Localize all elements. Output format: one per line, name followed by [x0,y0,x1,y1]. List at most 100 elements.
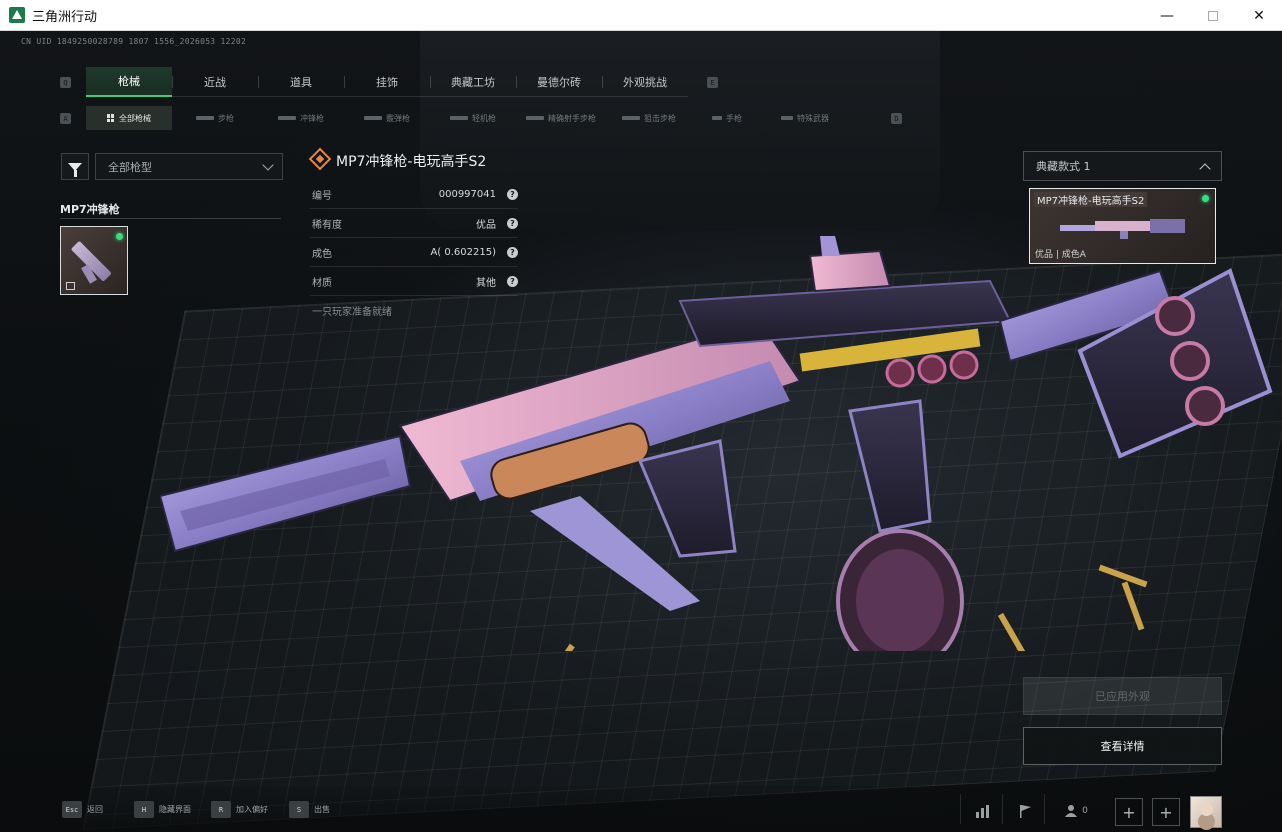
sniper-rifle-icon [622,116,640,120]
divider [1002,794,1003,824]
subtab-rifles[interactable]: 步枪 [172,106,258,130]
tab-charms[interactable]: 挂饰 [344,67,430,97]
subtab-lmgs[interactable]: 轻机枪 [430,106,516,130]
subtab-label: 手枪 [726,113,742,123]
weapon-skin-thumbnail[interactable] [60,226,128,295]
equipped-indicator-dot [1202,195,1209,202]
subtab-label: 霰弹枪 [386,113,410,123]
tab-guns[interactable]: 枪械 [86,67,172,97]
tab-items[interactable]: 道具 [258,67,344,97]
weapon-receiver [398,319,802,503]
dropdown-value: 全部枪型 [108,160,152,174]
hint-sell[interactable]: S 出售 [289,801,330,818]
weapon-pistol-grip [848,399,932,533]
plus-icon[interactable]: + [1152,798,1180,826]
subtab-marksman-rifles[interactable]: 精确射手步枪 [516,106,606,130]
subtab-special-weapons[interactable]: 特殊武器 [762,106,848,130]
help-icon[interactable]: ? [507,188,518,200]
info-value: 000997041 [438,188,496,200]
applied-appearance-button[interactable]: 已应用外观 [1023,677,1222,715]
stats-icon[interactable] [970,798,996,824]
rifle-icon [196,116,214,120]
divider [960,794,961,824]
maximize-button[interactable] [1190,0,1236,31]
equipped-indicator-dot [116,233,123,240]
app-logo-icon [9,7,25,23]
variant-card[interactable]: MP7冲锋枪-电玩高手S2 优品 | 成色A [1029,188,1216,264]
main-tabs: 枪械 近战 道具 挂饰 典藏工坊 曼德尔砖 外观挑战 [86,67,688,97]
subtab-pistols[interactable]: 手枪 [692,106,762,130]
tab-mandel-brick[interactable]: 曼德尔砖 [516,67,602,97]
filter-button[interactable] [61,153,89,180]
weapon-stock [998,268,1273,459]
subtab-sniper-rifles[interactable]: 狙击步枪 [606,106,692,130]
key-hint-q: Q [60,77,71,88]
marksman-rifle-icon [526,116,544,120]
key-badge: S [289,801,309,818]
game-viewport: CN UID 1849250028789 1807 1556_2026053 1… [0,31,1282,832]
item-name: MP7冲锋枪-电玩高手S2 [336,154,487,170]
friends-button[interactable]: 0 [1058,798,1094,824]
filter-icon [68,162,82,177]
weapon-model-view[interactable] [160,211,1280,651]
minimize-button[interactable]: — [1144,0,1190,31]
hint-label: 隐藏界面 [159,805,191,814]
variant-select-label: 典藏款式 1 [1036,160,1091,173]
subtab-all-guns[interactable]: 全部枪械 [86,106,172,130]
info-row-serial: 编号 000997041? [310,180,518,209]
tab-appearance-challenge[interactable]: 外观挑战 [602,67,688,97]
friends-count: 0 [1082,806,1088,816]
pistol-icon [712,116,722,120]
key-hint-a: A [60,113,71,124]
uid-watermark: CN UID 1849250028789 1807 1556_2026053 1… [21,37,247,46]
shotgun-icon [364,116,382,120]
key-badge: R [211,801,231,818]
hint-add-favorite[interactable]: R 加入偏好 [211,801,268,818]
app-window: 三角洲行动 — ✕ CN UID 1849250028789 1807 1556… [0,0,1282,832]
sub-tabs: 全部枪械 步枪 冲锋枪 霰弹枪 轻机枪 精确射手步枪 狙击步枪 手枪 特殊武器 [86,106,848,130]
tab-collection-workshop[interactable]: 典藏工坊 [430,67,516,97]
subtab-label: 轻机枪 [472,113,496,123]
collection-variant-select[interactable]: 典藏款式 1 [1023,151,1222,181]
subtab-label: 狙击步枪 [644,113,676,123]
smg-variant-icon [1060,219,1185,239]
subtab-shotguns[interactable]: 霰弹枪 [344,106,430,130]
chevron-down-icon [262,158,274,171]
rarity-diamond-icon [308,147,332,171]
divider [1044,794,1045,824]
info-label: 编号 [312,190,332,202]
tab-melee[interactable]: 近战 [172,67,258,97]
close-button[interactable]: ✕ [1236,0,1282,31]
subtab-label: 冲锋枪 [300,113,324,123]
subtab-label: 全部枪械 [119,113,151,123]
lmg-icon [450,116,468,120]
key-hint-d: D [891,113,902,124]
avatar[interactable] [1190,796,1222,828]
special-weapon-icon [781,116,793,120]
flag-icon[interactable] [1012,798,1038,824]
plus-icon[interactable]: + [1115,798,1143,826]
info-value-wrap: 000997041? [438,188,518,200]
weapon-type-dropdown[interactable]: 全部枪型 [95,153,283,180]
hint-back[interactable]: Esc 返回 [62,801,103,818]
weapon-drum-magazine [836,529,964,651]
key-badge: H [134,801,154,818]
tag-icon [66,282,75,290]
subtab-label: 特殊武器 [797,113,829,123]
window-title: 三角洲行动 [32,9,98,25]
weapon-group-title: MP7冲锋枪 [60,203,120,216]
weapon-suppressor [160,434,412,553]
smg-icon [278,116,296,120]
variant-card-name: MP7冲锋枪-电玩高手S2 [1034,192,1148,207]
hint-label: 出售 [314,805,330,814]
subtab-smgs[interactable]: 冲锋枪 [258,106,344,130]
friends-icon [1065,805,1078,817]
window-controls: — ✕ [1144,0,1282,31]
hint-hide-ui[interactable]: H 隐藏界面 [134,801,191,818]
maximize-icon [1208,10,1218,21]
hint-label: 加入偏好 [236,805,268,814]
weapon-sight [808,236,892,293]
grid-icon [107,114,115,122]
key-badge: Esc [62,801,82,818]
view-details-button[interactable]: 查看详情 [1023,727,1222,765]
